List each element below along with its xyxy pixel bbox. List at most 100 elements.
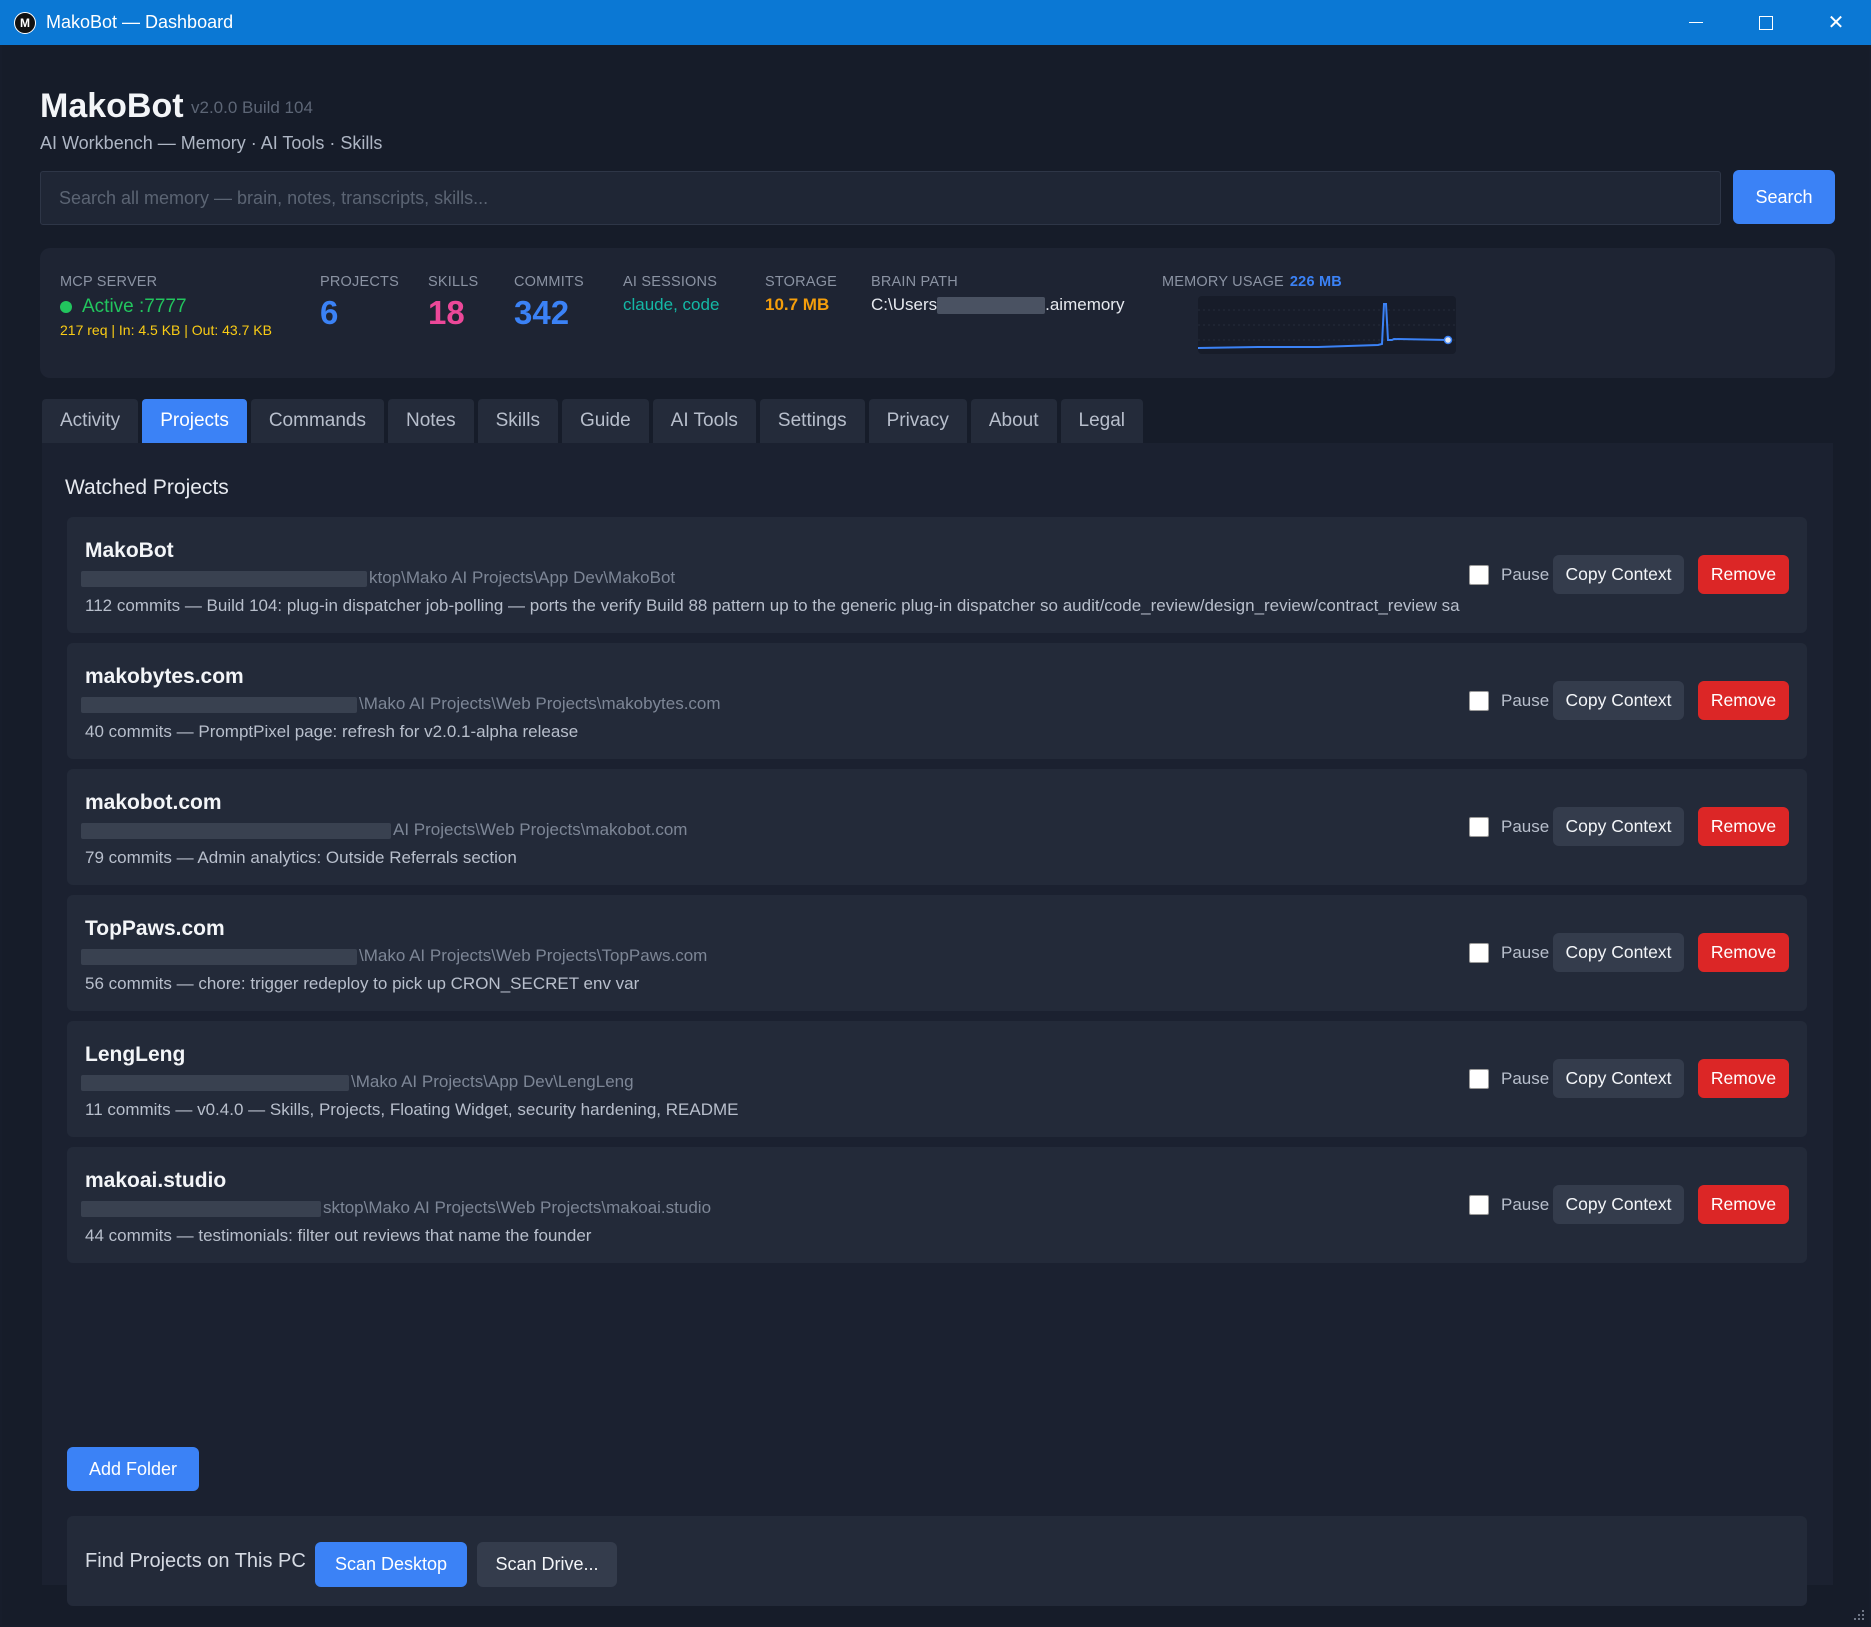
copy-context-button[interactable]: Copy Context <box>1553 807 1684 846</box>
project-name: makobot.com <box>85 791 222 814</box>
panel-title: Watched Projects <box>65 476 229 499</box>
project-path: sktop\Mako AI Projects\Web Projects\mako… <box>81 1198 711 1218</box>
search-button[interactable]: Search <box>1733 170 1835 224</box>
stat-commits: COMMITS 342 <box>514 274 584 332</box>
title-bar: M MakoBot — Dashboard ✕ <box>0 0 1871 45</box>
project-commit-info: 40 commits — PromptPixel page: refresh f… <box>85 722 579 741</box>
copy-context-button[interactable]: Copy Context <box>1553 681 1684 720</box>
stat-mcp-server: MCP SERVER Active :7777 217 req | In: 4.… <box>60 274 272 338</box>
pause-checkbox[interactable] <box>1469 817 1489 837</box>
project-row: MakoBot ktop\Mako AI Projects\App Dev\Mak… <box>67 517 1807 633</box>
stat-label: SKILLS <box>428 274 479 290</box>
stat-label: BRAIN PATH <box>871 274 958 290</box>
tab-notes[interactable]: Notes <box>387 399 474 443</box>
tab-bar: Activity Projects Commands Notes Skills Guide… <box>42 399 1147 443</box>
pause-checkbox[interactable] <box>1469 943 1489 963</box>
stat-value: 342 <box>514 294 570 331</box>
find-projects-label: Find Projects on This PC <box>85 1550 306 1572</box>
pause-label: Pause <box>1501 817 1550 836</box>
project-commit-info: 112 commits — Build 104: plug-in dispatc… <box>85 596 1460 615</box>
stat-value: 6 <box>320 294 339 331</box>
project-row: LengLeng \Mako AI Projects\App Dev\LengLe… <box>67 1021 1807 1137</box>
project-name: makobytes.com <box>85 665 244 688</box>
stat-label: STORAGE <box>765 274 838 290</box>
app-title: MakoBot <box>40 87 184 125</box>
pause-label: Pause <box>1501 943 1550 962</box>
stat-value: 10.7 MB <box>765 295 830 314</box>
stat-label: PROJECTS <box>320 274 399 290</box>
status-dot-icon <box>60 301 72 313</box>
stat-projects: PROJECTS 6 <box>320 274 399 332</box>
pause-label: Pause <box>1501 565 1550 584</box>
resize-grip-icon[interactable] <box>1851 1607 1865 1621</box>
project-commit-info: 56 commits — chore: trigger redeploy to … <box>85 974 640 993</box>
project-commit-info: 44 commits — testimonials: filter out re… <box>85 1226 592 1245</box>
redacted-block <box>81 822 391 839</box>
pause-label: Pause <box>1501 1195 1550 1214</box>
add-folder-button[interactable]: Add Folder <box>67 1447 199 1491</box>
remove-button[interactable]: Remove <box>1698 681 1789 720</box>
brain-path-value: C:\Users .aimemory <box>871 295 1124 315</box>
project-path-text: sktop\Mako AI Projects\Web Projects\mako… <box>323 1198 712 1217</box>
tab-guide[interactable]: Guide <box>561 399 649 443</box>
copy-context-button[interactable]: Copy Context <box>1553 1185 1684 1224</box>
remove-button[interactable]: Remove <box>1698 1059 1789 1098</box>
memory-usage-value: 226 MB <box>1289 274 1342 290</box>
maximize-icon[interactable] <box>1731 0 1801 45</box>
minimize-icon[interactable] <box>1661 0 1731 45</box>
copy-context-button[interactable]: Copy Context <box>1553 1059 1684 1098</box>
stat-brain-path: BRAIN PATH C:\Users .aimemory <box>871 274 1124 315</box>
memory-usage-label: MEMORY USAGE <box>1162 274 1284 290</box>
stat-skills: SKILLS 18 <box>428 274 478 332</box>
memory-sparkline <box>1198 296 1456 354</box>
stat-label: MCP SERVER <box>60 274 158 290</box>
find-projects-section: Find Projects on This PC Scan Desktop Sc… <box>67 1516 1807 1606</box>
tab-skills[interactable]: Skills <box>477 399 558 443</box>
stats-bar: MCP SERVER Active :7777 217 req | In: 4.… <box>40 248 1835 378</box>
pause-label: Pause <box>1501 1069 1550 1088</box>
app-window: MakoBot v2.0.0 Build 104 AI Workbench — … <box>2 45 1869 1625</box>
app-subtitle: AI Workbench — Memory · AI Tools · Skill… <box>40 133 383 153</box>
pause-checkbox[interactable] <box>1469 1195 1489 1215</box>
tab-activity[interactable]: Activity <box>42 399 139 443</box>
project-path: \Mako AI Projects\Web Projects\TopPaws.c… <box>81 946 707 966</box>
remove-button[interactable]: Remove <box>1698 807 1789 846</box>
pause-checkbox[interactable] <box>1469 565 1489 585</box>
tab-settings[interactable]: Settings <box>759 399 865 443</box>
tab-projects[interactable]: Projects <box>142 399 247 443</box>
redacted-block <box>81 1200 321 1217</box>
remove-button[interactable]: Remove <box>1698 933 1789 972</box>
stat-storage: STORAGE 10.7 MB <box>765 274 837 315</box>
stat-ai-sessions: AI SESSIONS claude, code <box>623 274 719 315</box>
tab-legal[interactable]: Legal <box>1060 399 1144 443</box>
tab-privacy[interactable]: Privacy <box>868 399 967 443</box>
stat-label: COMMITS <box>514 274 584 290</box>
project-commit-info: 11 commits — v0.4.0 — Skills, Projects, … <box>85 1100 739 1119</box>
project-name: LengLeng <box>85 1043 186 1066</box>
stat-label: MEMORY USAGE 226 MB <box>1162 274 1342 290</box>
copy-context-button[interactable]: Copy Context <box>1553 933 1684 972</box>
project-name: makoai.studio <box>85 1169 227 1192</box>
project-name: MakoBot <box>85 539 174 562</box>
stat-value: claude, code <box>623 295 720 314</box>
close-icon[interactable]: ✕ <box>1801 0 1871 45</box>
remove-button[interactable]: Remove <box>1698 555 1789 594</box>
brain-path-prefix: C:\Users <box>871 295 938 314</box>
copy-context-button[interactable]: Copy Context <box>1553 555 1684 594</box>
tab-commands[interactable]: Commands <box>250 399 384 443</box>
project-path: \Mako AI Projects\Web Projects\makobytes… <box>81 694 721 714</box>
pause-label: Pause <box>1501 691 1550 710</box>
project-row: makobytes.com \Mako AI Projects\Web Proje… <box>67 643 1807 759</box>
remove-button[interactable]: Remove <box>1698 1185 1789 1224</box>
search-input[interactable] <box>40 171 1721 225</box>
tab-about[interactable]: About <box>970 399 1057 443</box>
mcp-traffic: 217 req | In: 4.5 KB | Out: 43.7 KB <box>60 322 272 338</box>
pause-checkbox[interactable] <box>1469 691 1489 711</box>
project-path-text: \Mako AI Projects\App Dev\LengLeng <box>351 1072 634 1091</box>
tab-ai-tools[interactable]: AI Tools <box>652 399 756 443</box>
scan-drive-button[interactable]: Scan Drive... <box>477 1542 617 1587</box>
pause-checkbox[interactable] <box>1469 1069 1489 1089</box>
project-path-text: \Mako AI Projects\Web Projects\makobytes… <box>359 694 721 713</box>
redacted-block <box>81 570 367 587</box>
scan-desktop-button[interactable]: Scan Desktop <box>315 1542 467 1587</box>
